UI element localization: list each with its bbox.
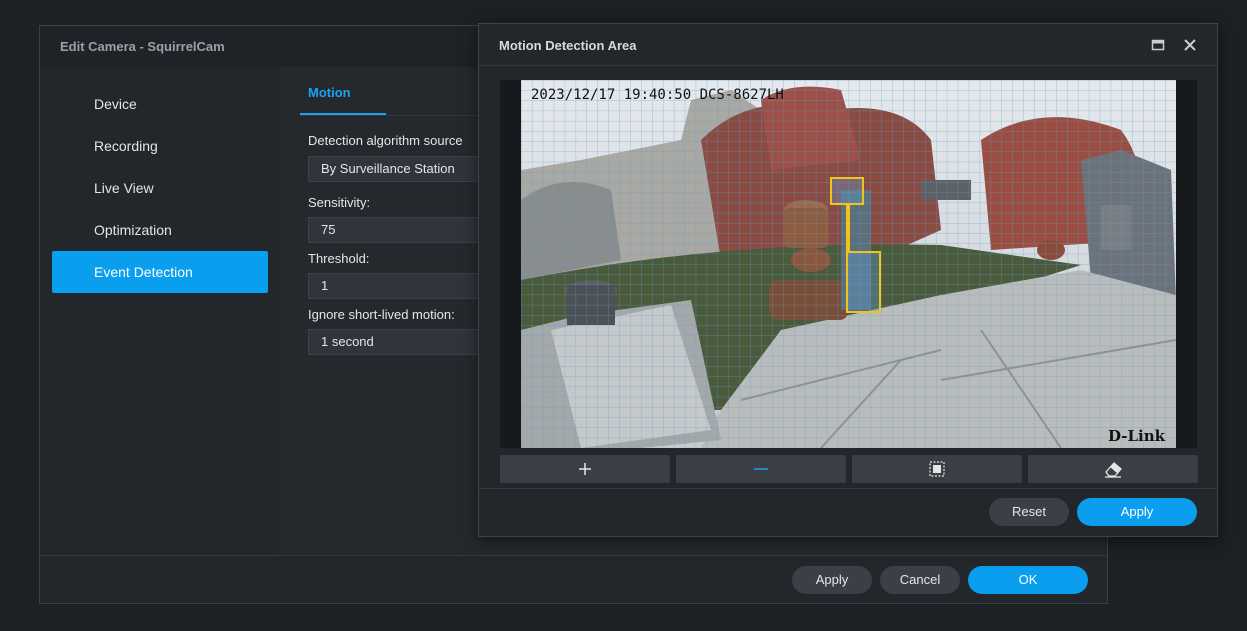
tab-motion[interactable]: Motion <box>300 85 386 115</box>
ignore-motion-label: Ignore short-lived motion: <box>308 307 455 322</box>
add-area-button[interactable] <box>500 455 670 483</box>
sensitivity-label: Sensitivity: <box>308 195 371 210</box>
select-all-button[interactable] <box>852 455 1022 483</box>
dialog-titlebar[interactable]: Motion Detection Area <box>479 24 1217 66</box>
algorithm-label: Detection algorithm source <box>308 133 463 148</box>
sidebar-item-optimization[interactable]: Optimization <box>52 209 268 251</box>
sidebar: Device Recording Live View Optimization … <box>40 67 278 555</box>
dialog-apply-button[interactable]: Apply <box>1077 498 1197 526</box>
reset-button[interactable]: Reset <box>989 498 1069 526</box>
eraser-icon <box>1105 462 1122 478</box>
motion-detection-dialog: Motion Detection Area 2023/12/17 19:40:5… <box>478 23 1218 537</box>
ok-button[interactable]: OK <box>968 566 1088 594</box>
remove-area-button[interactable] <box>676 455 846 483</box>
maximize-icon[interactable] <box>1151 38 1165 52</box>
sidebar-item-recording[interactable]: Recording <box>52 125 268 167</box>
camera-brand-watermark: D-Link <box>1108 427 1166 445</box>
close-icon[interactable] <box>1183 38 1197 52</box>
window-title: Edit Camera - SquirrelCam <box>60 39 225 54</box>
camera-image[interactable]: 2023/12/17 19:40:50 DCS-8627LH D-Link <box>521 80 1176 448</box>
footer-divider <box>40 555 1107 556</box>
sidebar-item-live-view[interactable]: Live View <box>52 167 268 209</box>
select-all-icon <box>929 461 945 477</box>
sidebar-item-device[interactable]: Device <box>52 83 268 125</box>
erase-all-button[interactable] <box>1028 455 1198 483</box>
cancel-button[interactable]: Cancel <box>880 566 960 594</box>
threshold-label: Threshold: <box>308 251 370 266</box>
sidebar-item-event-detection[interactable]: Event Detection <box>52 251 268 293</box>
apply-button[interactable]: Apply <box>792 566 872 594</box>
camera-scene: 2023/12/17 19:40:50 DCS-8627LH D-Link <box>521 80 1176 448</box>
plus-icon <box>579 463 591 475</box>
dialog-footer-divider <box>479 488 1217 489</box>
minus-icon <box>754 468 768 470</box>
camera-timestamp: 2023/12/17 19:40:50 DCS-8627LH <box>531 87 784 103</box>
camera-viewport[interactable]: 2023/12/17 19:40:50 DCS-8627LH D-Link <box>500 80 1197 448</box>
dialog-title: Motion Detection Area <box>499 38 637 53</box>
